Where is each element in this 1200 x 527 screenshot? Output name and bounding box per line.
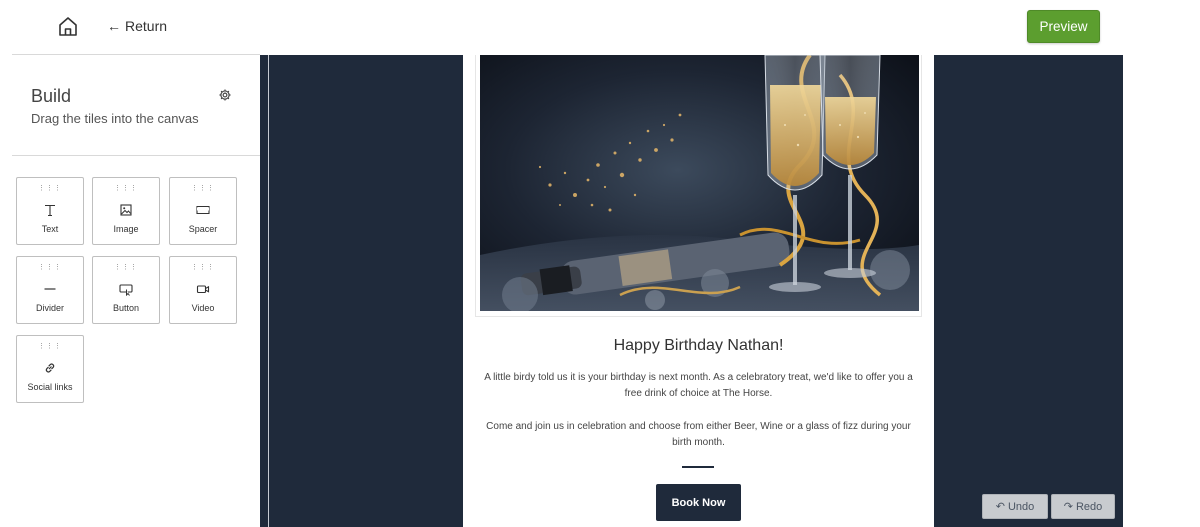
drag-grip-icon: ⋮⋮⋮ xyxy=(38,264,62,271)
tile-spacer[interactable]: ⋮⋮⋮ Spacer xyxy=(169,177,237,245)
return-label: Return xyxy=(125,18,168,34)
redo-icon: ↷ xyxy=(1063,501,1076,513)
email-headline[interactable]: Happy Birthday Nathan! xyxy=(463,337,934,355)
tile-text[interactable]: ⋮⋮⋮ Text xyxy=(16,177,84,245)
top-bar: ← Return Preview xyxy=(0,0,1200,54)
email-paragraph-1[interactable]: A little birdy told us it is your birthd… xyxy=(477,370,920,402)
arrow-left-icon: ← xyxy=(107,18,121,34)
tile-image[interactable]: ⋮⋮⋮ Image xyxy=(92,177,160,245)
tile-label: Social links xyxy=(27,382,73,392)
tile-label: Button xyxy=(112,303,140,313)
build-sidebar: Build Drag the tiles into the canvas ⋮⋮⋮… xyxy=(12,55,260,527)
sidebar-divider xyxy=(12,155,260,156)
return-link[interactable]: ← Return xyxy=(107,18,167,34)
tile-divider[interactable]: ⋮⋮⋮ Divider xyxy=(16,256,84,324)
image-icon xyxy=(120,204,132,216)
video-icon xyxy=(196,285,210,294)
tile-label: Divider xyxy=(35,303,64,313)
email-paragraph-2[interactable]: Come and join us in celebration and choo… xyxy=(477,419,920,451)
champagne-image xyxy=(480,55,919,311)
hero-image-block[interactable] xyxy=(475,55,922,317)
book-now-button[interactable]: Book Now xyxy=(656,484,741,521)
drag-grip-icon: ⋮⋮⋮ xyxy=(38,343,62,350)
undo-button[interactable]: ↶ Undo xyxy=(982,494,1048,519)
tile-video[interactable]: ⋮⋮⋮ Video xyxy=(169,256,237,324)
spacer-icon xyxy=(196,205,210,215)
email-divider[interactable] xyxy=(682,466,714,468)
tile-button[interactable]: ⋮⋮⋮ Button xyxy=(92,256,160,324)
link-icon xyxy=(45,363,55,373)
redo-button[interactable]: ↷ Redo xyxy=(1051,494,1115,519)
tile-label: Spacer xyxy=(188,224,218,234)
tile-label: Image xyxy=(113,224,139,234)
sidebar-subtitle: Drag the tiles into the canvas xyxy=(31,111,199,126)
tile-label: Text xyxy=(41,224,59,234)
button-icon xyxy=(119,284,133,296)
canvas-guide-line xyxy=(268,55,269,527)
sidebar-title: Build xyxy=(31,86,72,106)
drag-grip-icon: ⋮⋮⋮ xyxy=(38,185,62,192)
redo-label: Redo xyxy=(1075,501,1103,513)
drag-grip-icon: ⋮⋮⋮ xyxy=(114,264,138,271)
text-icon xyxy=(45,204,55,217)
tile-label: Video xyxy=(191,303,215,313)
divider-icon xyxy=(44,288,56,290)
email-body[interactable]: Happy Birthday Nathan! A little birdy to… xyxy=(463,55,934,527)
undo-label: Undo xyxy=(1007,501,1035,513)
preview-button[interactable]: Preview xyxy=(1027,10,1100,43)
drag-grip-icon: ⋮⋮⋮ xyxy=(114,185,138,192)
undo-icon: ↶ xyxy=(995,501,1008,513)
drag-grip-icon: ⋮⋮⋮ xyxy=(191,185,215,192)
drag-grip-icon: ⋮⋮⋮ xyxy=(191,264,215,271)
tile-social-links[interactable]: ⋮⋮⋮ Social links xyxy=(16,335,84,403)
gear-icon[interactable] xyxy=(218,88,232,102)
home-icon[interactable] xyxy=(56,14,80,38)
email-canvas: Happy Birthday Nathan! A little birdy to… xyxy=(260,55,1123,527)
